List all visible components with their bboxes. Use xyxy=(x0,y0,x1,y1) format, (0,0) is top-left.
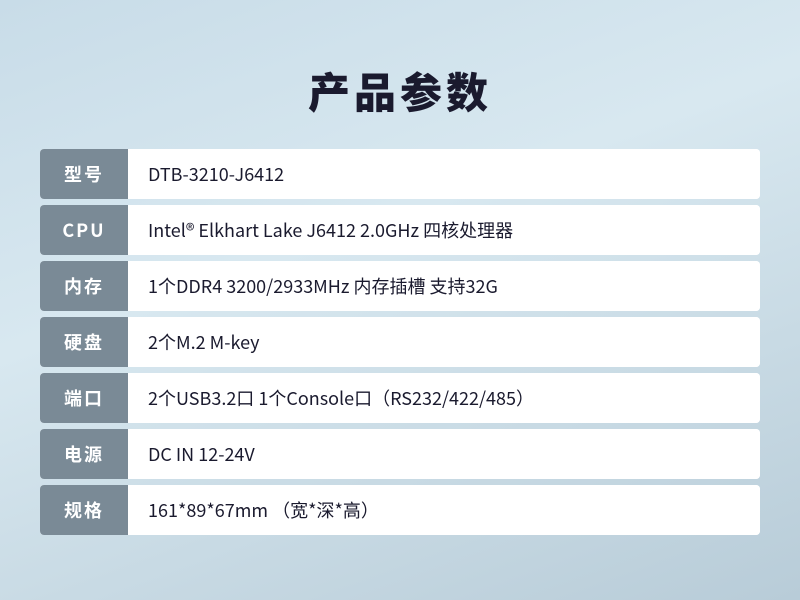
table-row: 型号DTB-3210-J6412 xyxy=(40,149,760,199)
spec-label: 型号 xyxy=(40,149,128,199)
table-row: 硬盘2个M.2 M-key xyxy=(40,317,760,367)
spec-table: 型号DTB-3210-J6412CPUIntel® Elkhart Lake J… xyxy=(40,143,760,541)
spec-value: DTB-3210-J6412 xyxy=(128,149,760,199)
spec-value: 2个USB3.2口 1个Console口（RS232/422/485） xyxy=(128,373,760,423)
page-title: 产品参数 xyxy=(308,60,492,121)
spec-label: 内存 xyxy=(40,261,128,311)
spec-label: CPU xyxy=(40,205,128,255)
spec-value: Intel® Elkhart Lake J6412 2.0GHz 四核处理器 xyxy=(128,205,760,255)
spec-value: 1个DDR4 3200/2933MHz 内存插槽 支持32G xyxy=(128,261,760,311)
table-row: 端口2个USB3.2口 1个Console口（RS232/422/485） xyxy=(40,373,760,423)
table-row: CPUIntel® Elkhart Lake J6412 2.0GHz 四核处理… xyxy=(40,205,760,255)
spec-label: 规格 xyxy=(40,485,128,535)
table-row: 规格161*89*67mm （宽*深*高） xyxy=(40,485,760,535)
spec-label: 电源 xyxy=(40,429,128,479)
table-row: 电源DC IN 12-24V xyxy=(40,429,760,479)
table-row: 内存1个DDR4 3200/2933MHz 内存插槽 支持32G xyxy=(40,261,760,311)
spec-label: 端口 xyxy=(40,373,128,423)
spec-label: 硬盘 xyxy=(40,317,128,367)
spec-value: 2个M.2 M-key xyxy=(128,317,760,367)
spec-value: 161*89*67mm （宽*深*高） xyxy=(128,485,760,535)
spec-value: DC IN 12-24V xyxy=(128,429,760,479)
